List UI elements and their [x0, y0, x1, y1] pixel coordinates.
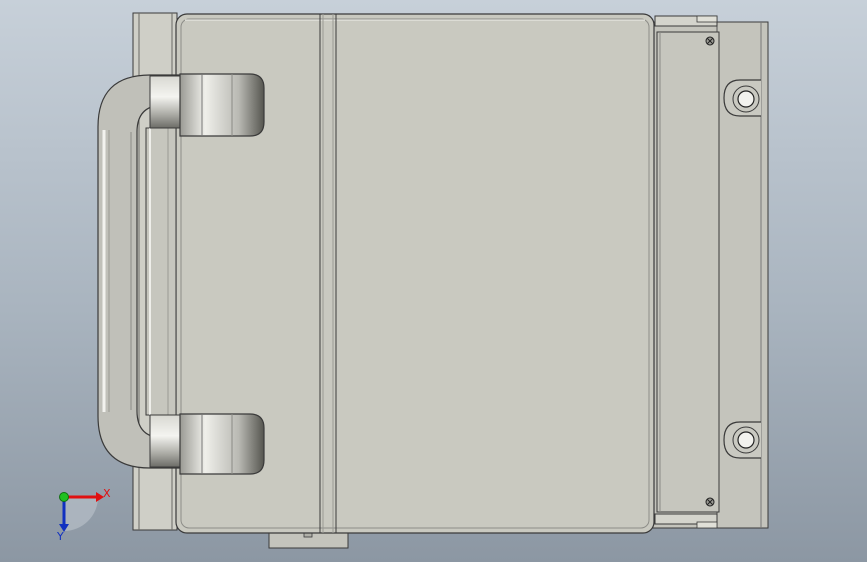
mounting-ear-bottom — [723, 421, 761, 459]
handle-hinge-top — [179, 73, 265, 137]
triad-origin-icon — [59, 492, 69, 502]
screw-bottom-icon — [705, 497, 715, 507]
model-scene[interactable] — [0, 0, 867, 562]
cad-graphics-viewport[interactable]: X Y — [0, 0, 867, 562]
mounting-ear-top — [723, 79, 761, 117]
handle-hinge-bottom — [179, 413, 265, 475]
coordinate-triad — [59, 492, 104, 532]
x-axis-label: X — [103, 487, 111, 500]
screw-top-icon — [705, 36, 715, 46]
terminal-plate — [656, 31, 720, 513]
y-axis-label: Y — [57, 530, 64, 543]
